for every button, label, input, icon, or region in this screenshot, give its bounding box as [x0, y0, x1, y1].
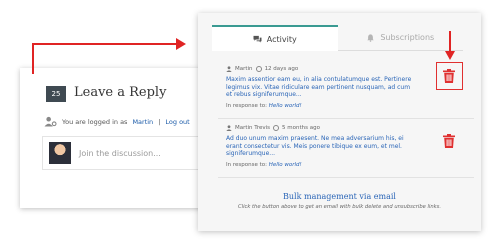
arrow-head-right-icon	[176, 38, 186, 50]
reply-prefix: In response to:	[226, 161, 267, 168]
tab-subscriptions[interactable]: Subscriptions	[337, 25, 463, 51]
arrow-down-segment	[449, 31, 451, 53]
comments-icon	[253, 35, 262, 43]
login-prefix-text: You are logged in as	[62, 117, 128, 126]
screenshot-stage: 25 Leave a Reply You are logged in as Ma…	[0, 0, 500, 246]
item-comment-text[interactable]: Ad duo unum maxim praesent. Ne mea adver…	[226, 135, 416, 158]
panel-tabs: Activity Subscriptions	[212, 25, 463, 51]
item-divider	[218, 177, 474, 178]
item-reply-ref: In response to: Hello world!	[226, 162, 472, 168]
item-comment-text[interactable]: Maxim assentior eam eu, in alia contulat…	[226, 76, 416, 99]
bulk-management-description: Click the button above to get an email w…	[238, 204, 441, 210]
logged-in-user-link[interactable]: Martin	[132, 118, 153, 126]
user-settings-icon	[44, 116, 57, 127]
bulk-management-link[interactable]: Bulk management via email	[198, 192, 481, 201]
tab-activity[interactable]: Activity	[212, 25, 338, 51]
clock-icon	[273, 125, 280, 131]
avatar	[49, 142, 71, 164]
clock-icon	[255, 66, 262, 72]
tab-activity-label: Activity	[266, 34, 297, 44]
item-divider	[218, 118, 474, 119]
arrow-horizontal-segment	[32, 43, 178, 45]
leave-reply-heading: Leave a Reply	[74, 85, 167, 100]
trash-icon[interactable]	[443, 134, 455, 148]
bell-icon	[367, 33, 375, 42]
reply-target-link[interactable]: Hello world!	[269, 162, 302, 168]
arrow-head-down-icon	[445, 51, 455, 60]
comment-count-badge: 25	[46, 86, 66, 102]
logout-link[interactable]: Log out	[165, 118, 189, 126]
login-status-row: You are logged in as Martin | Log out	[44, 116, 190, 127]
login-separator: |	[158, 117, 161, 126]
tab-subscriptions-label: Subscriptions	[380, 33, 435, 42]
arrow-vertical-segment	[32, 44, 34, 74]
item-time: 5 months ago	[282, 125, 320, 131]
item-meta: Martin Trevis 5 months ago	[226, 125, 472, 131]
item-reply-ref: In response to: Hello world!	[226, 103, 472, 109]
item-time: 12 days ago	[264, 66, 299, 72]
activity-item: Martin Trevis 5 months ago Ad duo unum m…	[226, 125, 472, 168]
trash-icon[interactable]	[443, 69, 455, 83]
reply-target-link[interactable]: Hello world!	[269, 103, 302, 109]
reply-prefix: In response to:	[226, 102, 267, 109]
item-author: Martin	[235, 66, 253, 72]
item-author: Martin Trevis	[235, 125, 271, 131]
discussion-placeholder: Join the discussion...	[79, 148, 161, 158]
user-icon	[226, 66, 232, 72]
user-icon	[226, 125, 232, 131]
